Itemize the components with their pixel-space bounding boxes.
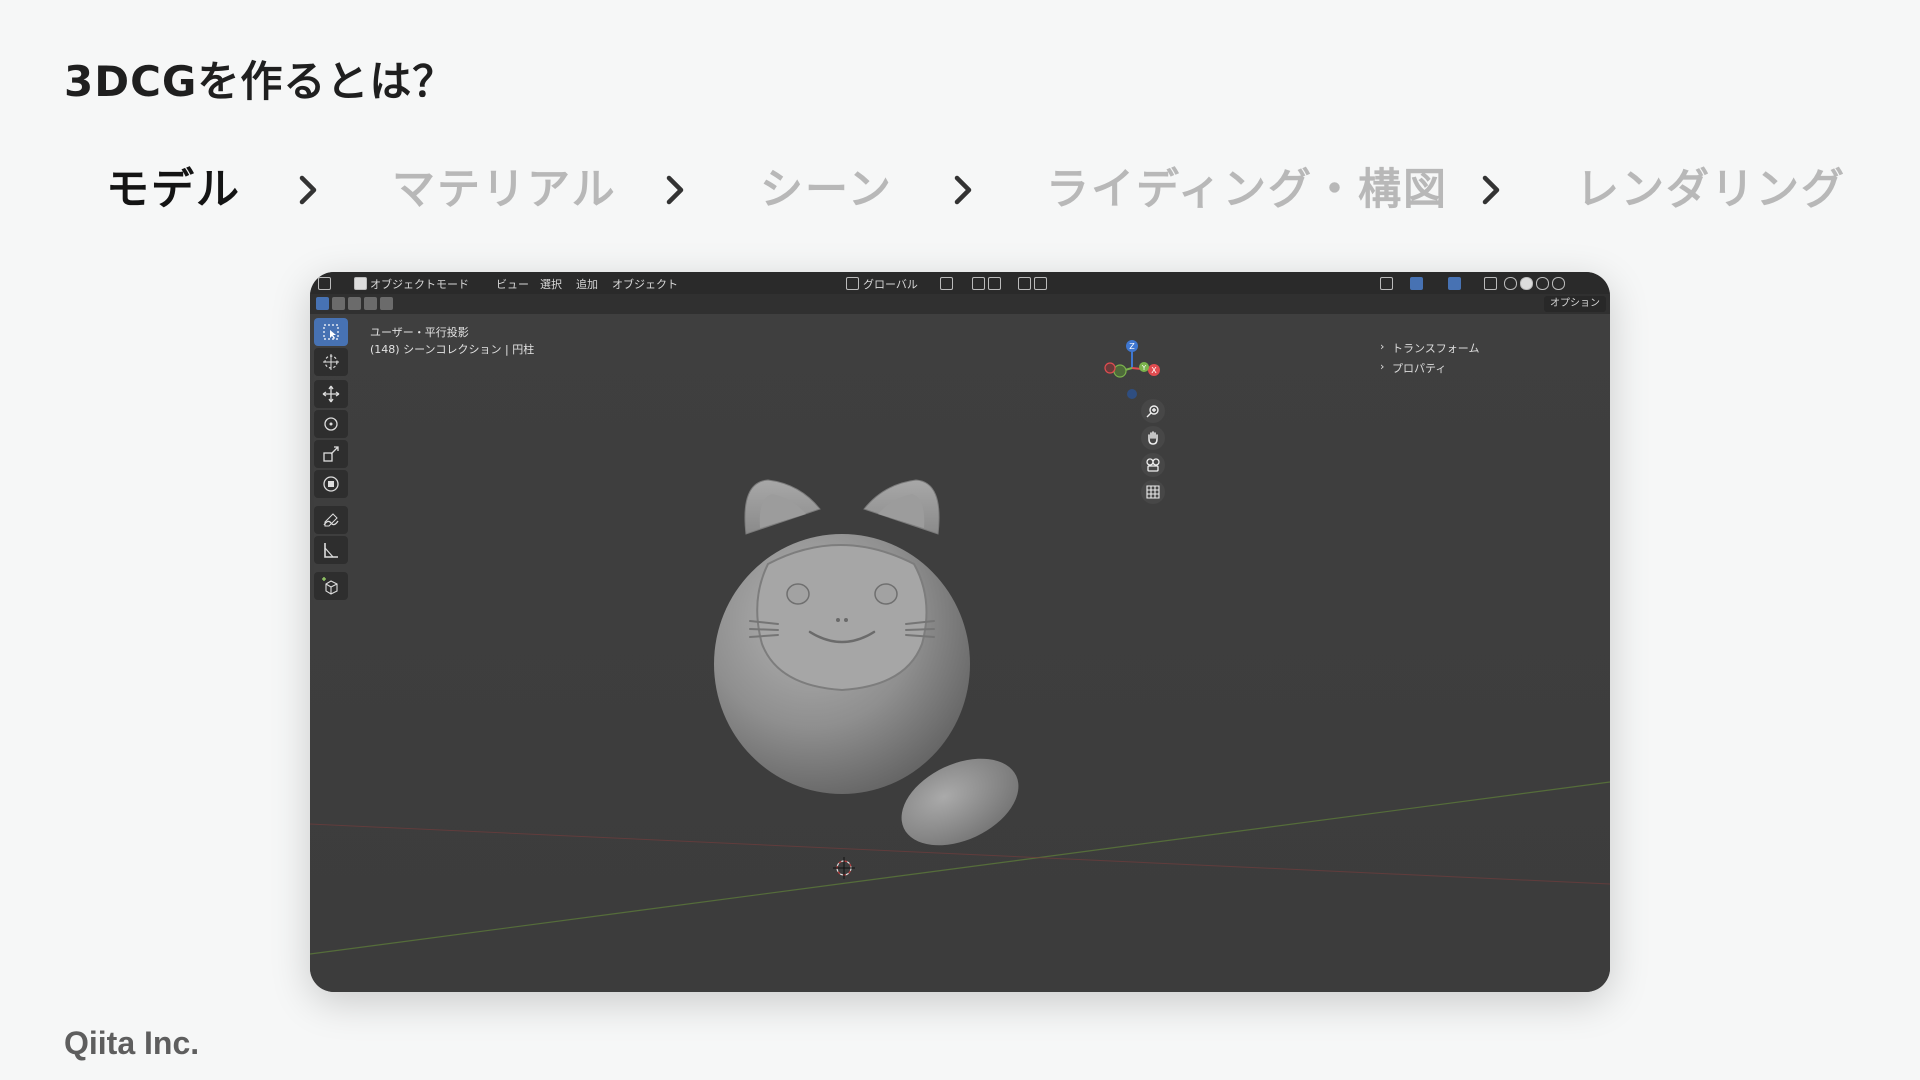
gizmo-z-label: Z: [1129, 342, 1135, 351]
chevron-right-icon[interactable]: ›: [1380, 360, 1384, 373]
step-lighting-composition: ライディング・構図: [1046, 165, 1448, 215]
menu-object[interactable]: オブジェクト: [612, 276, 678, 292]
chevron-right-icon: [666, 175, 684, 205]
move-tool[interactable]: [314, 380, 348, 408]
snap-target-icon[interactable]: [988, 277, 1001, 290]
camera-icon: [1146, 458, 1160, 472]
grid-icon: [1146, 485, 1160, 499]
3d-viewport[interactable]: ユーザー・平行投影 (148) シーンコレクション | 円柱 Z X Y › ト…: [310, 314, 1610, 992]
chevron-right-icon[interactable]: ›: [1380, 340, 1384, 353]
menu-view[interactable]: ビュー: [496, 276, 529, 292]
snap-icon[interactable]: [972, 277, 985, 290]
company-footer: Qiita Inc.: [64, 1025, 200, 1061]
rotate-tool[interactable]: [314, 410, 348, 438]
transform-tool[interactable]: [314, 470, 348, 498]
camera-view-button[interactable]: [1141, 453, 1165, 477]
step-model: モデル: [106, 165, 241, 215]
measure-icon: [324, 543, 338, 558]
chevron-right-icon: [299, 175, 317, 205]
transform-orientation-icon: [846, 277, 859, 290]
zoom-button[interactable]: [1141, 399, 1165, 423]
pan-button[interactable]: [1141, 426, 1165, 450]
tool-settings-bar: オプション: [310, 294, 1610, 314]
measure-tool[interactable]: [314, 536, 348, 564]
chevron-right-icon: [954, 175, 972, 205]
move-icon: [322, 385, 340, 403]
shading-material-icon[interactable]: [1536, 277, 1549, 290]
options-button[interactable]: オプション: [1544, 296, 1606, 312]
select-mode-intersect-icon[interactable]: [380, 297, 393, 310]
add-cube-tool[interactable]: [314, 572, 348, 600]
scale-tool[interactable]: [314, 440, 348, 468]
menu-add[interactable]: 追加: [576, 276, 598, 292]
chevron-right-icon: [1482, 175, 1500, 205]
gizmo-x-label: X: [1151, 366, 1157, 375]
menu-select[interactable]: 選択: [540, 276, 562, 292]
step-material: マテリアル: [392, 165, 617, 215]
cursor-icon: [323, 354, 339, 370]
blender-window: オブジェクトモード ビュー 選択 追加 オブジェクト グローバル オプション ユ…: [310, 272, 1610, 992]
overlay-toggle-icon[interactable]: [1448, 277, 1461, 290]
navigation-gizmo[interactable]: Z X Y: [1100, 336, 1170, 406]
panel-transform[interactable]: トランスフォーム: [1392, 340, 1479, 356]
step-scene: シーン: [760, 165, 893, 215]
annotate-tool[interactable]: [314, 506, 348, 534]
add-cube-icon: [322, 577, 338, 595]
editor-type-icon[interactable]: [318, 277, 331, 290]
scale-icon: [323, 446, 339, 462]
viewport-header: オブジェクトモード ビュー 選択 追加 オブジェクト グローバル: [310, 272, 1610, 294]
panel-properties[interactable]: プロパティ: [1392, 360, 1446, 376]
select-mode-invert-icon[interactable]: [364, 297, 377, 310]
shading-rendered-icon[interactable]: [1552, 277, 1565, 290]
transform-icon: [323, 476, 339, 492]
mode-icon: [354, 277, 367, 290]
select-mode-subtract-icon[interactable]: [348, 297, 361, 310]
cursor-tool[interactable]: [314, 348, 348, 376]
zoom-icon: [1146, 405, 1159, 418]
view-name: ユーザー・平行投影: [370, 326, 469, 339]
xray-icon[interactable]: [1484, 277, 1497, 290]
hand-icon: [1148, 431, 1158, 445]
annotate-icon: [323, 513, 339, 527]
mode-dropdown[interactable]: オブジェクトモード: [370, 276, 469, 292]
shading-solid-icon[interactable]: [1520, 277, 1533, 290]
slide-title: 3DCGを作るとは？: [64, 57, 456, 106]
gizmo-y-label: Y: [1141, 364, 1147, 372]
proportional-edit-icon[interactable]: [1018, 277, 1031, 290]
viewport-scene: [310, 479, 1610, 955]
step-rendering: レンダリング: [1576, 165, 1846, 215]
pivot-point-icon[interactable]: [940, 277, 953, 290]
perspective-toggle-button[interactable]: [1141, 480, 1165, 504]
rotate-icon: [324, 417, 338, 431]
workflow-steps: モデル マテリアル シーン ライディング・構図 レンダリング: [0, 160, 1920, 220]
select-mode-extend-icon[interactable]: [332, 297, 345, 310]
collection-info: (148) シーンコレクション | 円柱: [370, 343, 535, 356]
select-mode-new-icon[interactable]: [316, 297, 329, 310]
select-box-tool[interactable]: [314, 318, 348, 346]
shading-wireframe-icon[interactable]: [1504, 277, 1517, 290]
transform-orientation-dropdown[interactable]: グローバル: [863, 276, 918, 292]
visibility-icon[interactable]: [1380, 277, 1393, 290]
gizmo-toggle-icon[interactable]: [1410, 277, 1423, 290]
viewport-info: ユーザー・平行投影 (148) シーンコレクション | 円柱: [370, 324, 534, 358]
select-box-icon: [323, 324, 339, 340]
falloff-icon[interactable]: [1034, 277, 1047, 290]
